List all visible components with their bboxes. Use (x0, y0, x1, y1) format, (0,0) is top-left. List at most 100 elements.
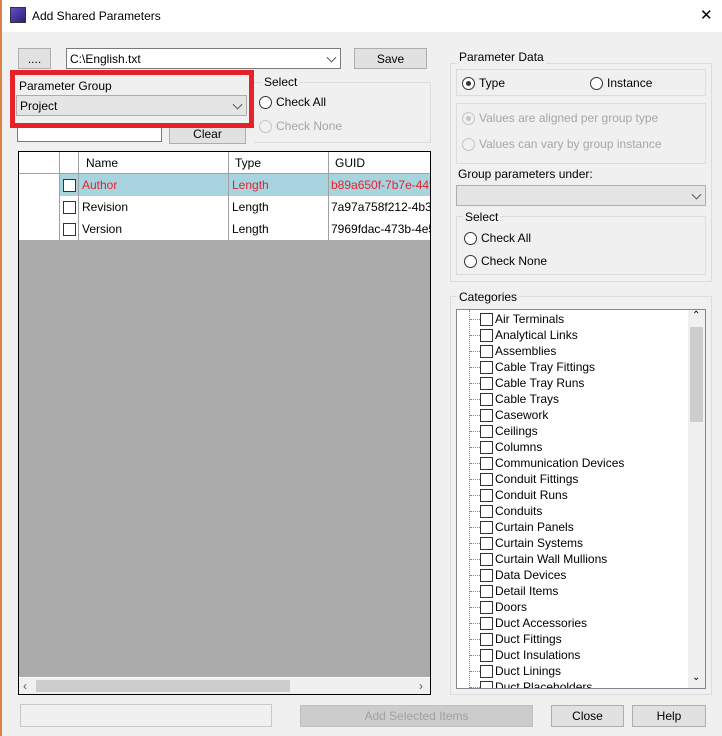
category-item[interactable]: Columns (457, 439, 542, 455)
row-header[interactable] (19, 174, 60, 196)
category-item[interactable]: Data Devices (457, 567, 566, 583)
group-under-combo[interactable] (456, 185, 706, 206)
category-checkbox[interactable] (480, 600, 493, 614)
category-checkbox[interactable] (480, 328, 493, 342)
row-checkbox[interactable] (63, 222, 76, 236)
check-all-radio[interactable]: Check All (259, 95, 326, 109)
table-row[interactable]: Author Length b89a650f-7b7e-44ff-8 (19, 174, 430, 196)
category-checkbox[interactable] (480, 344, 493, 358)
scroll-right-icon[interactable]: › (419, 679, 423, 693)
category-item[interactable]: Duct Linings (457, 663, 561, 679)
add-selected-items-button[interactable]: Add Selected Items (300, 705, 533, 727)
category-checkbox[interactable] (480, 472, 493, 486)
check-all-label: Check All (276, 95, 327, 109)
row-checkbox[interactable] (63, 178, 76, 192)
category-checkbox[interactable] (480, 552, 493, 566)
help-button[interactable]: Help (632, 705, 706, 727)
category-label: Data Devices (495, 568, 567, 582)
parameter-group-value: Project (20, 98, 58, 113)
column-header-guid[interactable]: GUID (329, 152, 430, 174)
scroll-left-icon[interactable]: ‹ (23, 679, 27, 693)
category-item[interactable]: Curtain Panels (457, 519, 574, 535)
category-label: Detail Items (495, 584, 559, 598)
check-all-right-radio[interactable]: Check All (464, 231, 531, 245)
category-checkbox[interactable] (480, 376, 493, 390)
category-item[interactable]: Duct Placeholders (457, 679, 592, 688)
radio-icon (462, 76, 475, 90)
category-item[interactable]: Doors (457, 599, 527, 615)
close-icon[interactable]: ✕ (700, 6, 713, 24)
column-header-type[interactable]: Type (229, 152, 329, 174)
vertical-scrollbar[interactable]: ⌃ ⌄ (688, 310, 705, 688)
scroll-up-icon[interactable]: ⌃ (692, 310, 700, 321)
category-checkbox[interactable] (480, 408, 493, 422)
radio-icon (590, 76, 603, 90)
category-label: Assemblies (495, 344, 557, 358)
category-checkbox[interactable] (480, 648, 493, 662)
category-checkbox[interactable] (480, 440, 493, 454)
scroll-down-icon[interactable]: ⌄ (692, 672, 700, 683)
type-label: Type (479, 76, 506, 90)
parameter-group-combo[interactable]: Project (16, 95, 247, 116)
category-checkbox[interactable] (480, 568, 493, 582)
category-checkbox[interactable] (480, 520, 493, 534)
category-item[interactable]: Cable Trays (457, 391, 559, 407)
category-checkbox[interactable] (480, 312, 493, 326)
category-checkbox[interactable] (480, 488, 493, 502)
category-item[interactable]: Duct Insulations (457, 647, 580, 663)
category-label: Conduits (495, 504, 543, 518)
category-item[interactable]: Cable Tray Runs (457, 375, 584, 391)
file-path-combo[interactable]: C:\English.txt (66, 48, 341, 69)
category-item[interactable]: Conduit Fittings (457, 471, 578, 487)
cell-name: Revision (79, 196, 229, 218)
scrollbar-thumb[interactable] (690, 327, 703, 422)
category-checkbox[interactable] (480, 424, 493, 438)
instance-radio[interactable]: Instance (590, 76, 652, 90)
category-item[interactable]: Air Terminals (457, 311, 564, 327)
category-checkbox[interactable] (480, 360, 493, 374)
category-checkbox[interactable] (480, 680, 493, 688)
category-label: Cable Tray Fittings (495, 360, 596, 374)
window-title: Add Shared Parameters (32, 9, 161, 23)
row-checkbox[interactable] (63, 200, 76, 214)
category-item[interactable]: Duct Accessories (457, 615, 587, 631)
category-checkbox[interactable] (480, 504, 493, 518)
category-item[interactable]: Analytical Links (457, 327, 578, 343)
category-item[interactable]: Casework (457, 407, 548, 423)
row-header[interactable] (19, 196, 60, 218)
column-header-name[interactable]: Name (79, 152, 229, 174)
category-item[interactable]: Ceilings (457, 423, 538, 439)
row-header[interactable] (19, 218, 60, 240)
category-checkbox[interactable] (480, 616, 493, 630)
category-checkbox[interactable] (480, 632, 493, 646)
category-item[interactable]: Conduit Runs (457, 487, 568, 503)
select-group (254, 82, 431, 143)
category-item[interactable]: Curtain Wall Mullions (457, 551, 607, 567)
category-checkbox[interactable] (480, 456, 493, 470)
vary-radio: Values can vary by group instance (462, 137, 662, 151)
type-radio[interactable]: Type (462, 76, 505, 90)
category-checkbox[interactable] (480, 392, 493, 406)
horizontal-scrollbar[interactable]: ‹ › (19, 677, 430, 694)
title-bar: Add Shared Parameters ✕ (2, 0, 722, 32)
category-item[interactable]: Cable Tray Fittings (457, 359, 595, 375)
category-item[interactable]: Curtain Systems (457, 535, 583, 551)
category-checkbox[interactable] (480, 664, 493, 678)
categories-tree[interactable]: Air Terminals Analytical Links Assemblies C… (456, 309, 706, 689)
close-button[interactable]: Close (551, 705, 624, 727)
radio-icon (259, 119, 272, 133)
table-row[interactable]: Version Length 7969fdac-473b-4e59 (19, 218, 430, 240)
category-checkbox[interactable] (480, 536, 493, 550)
category-item[interactable]: Duct Fittings (457, 631, 562, 647)
category-item[interactable]: Communication Devices (457, 455, 624, 471)
table-row[interactable]: Revision Length 7a97a758f212-4b3d (19, 196, 430, 218)
group-under-label: Group parameters under: (458, 167, 593, 181)
save-button[interactable]: Save (354, 48, 427, 69)
category-item[interactable]: Assemblies (457, 343, 556, 359)
browse-button[interactable]: .... (18, 48, 51, 69)
category-item[interactable]: Detail Items (457, 583, 558, 599)
category-item[interactable]: Conduits (457, 503, 542, 519)
category-checkbox[interactable] (480, 584, 493, 598)
check-none-right-radio[interactable]: Check None (464, 254, 547, 268)
scrollbar-thumb[interactable] (36, 680, 290, 692)
